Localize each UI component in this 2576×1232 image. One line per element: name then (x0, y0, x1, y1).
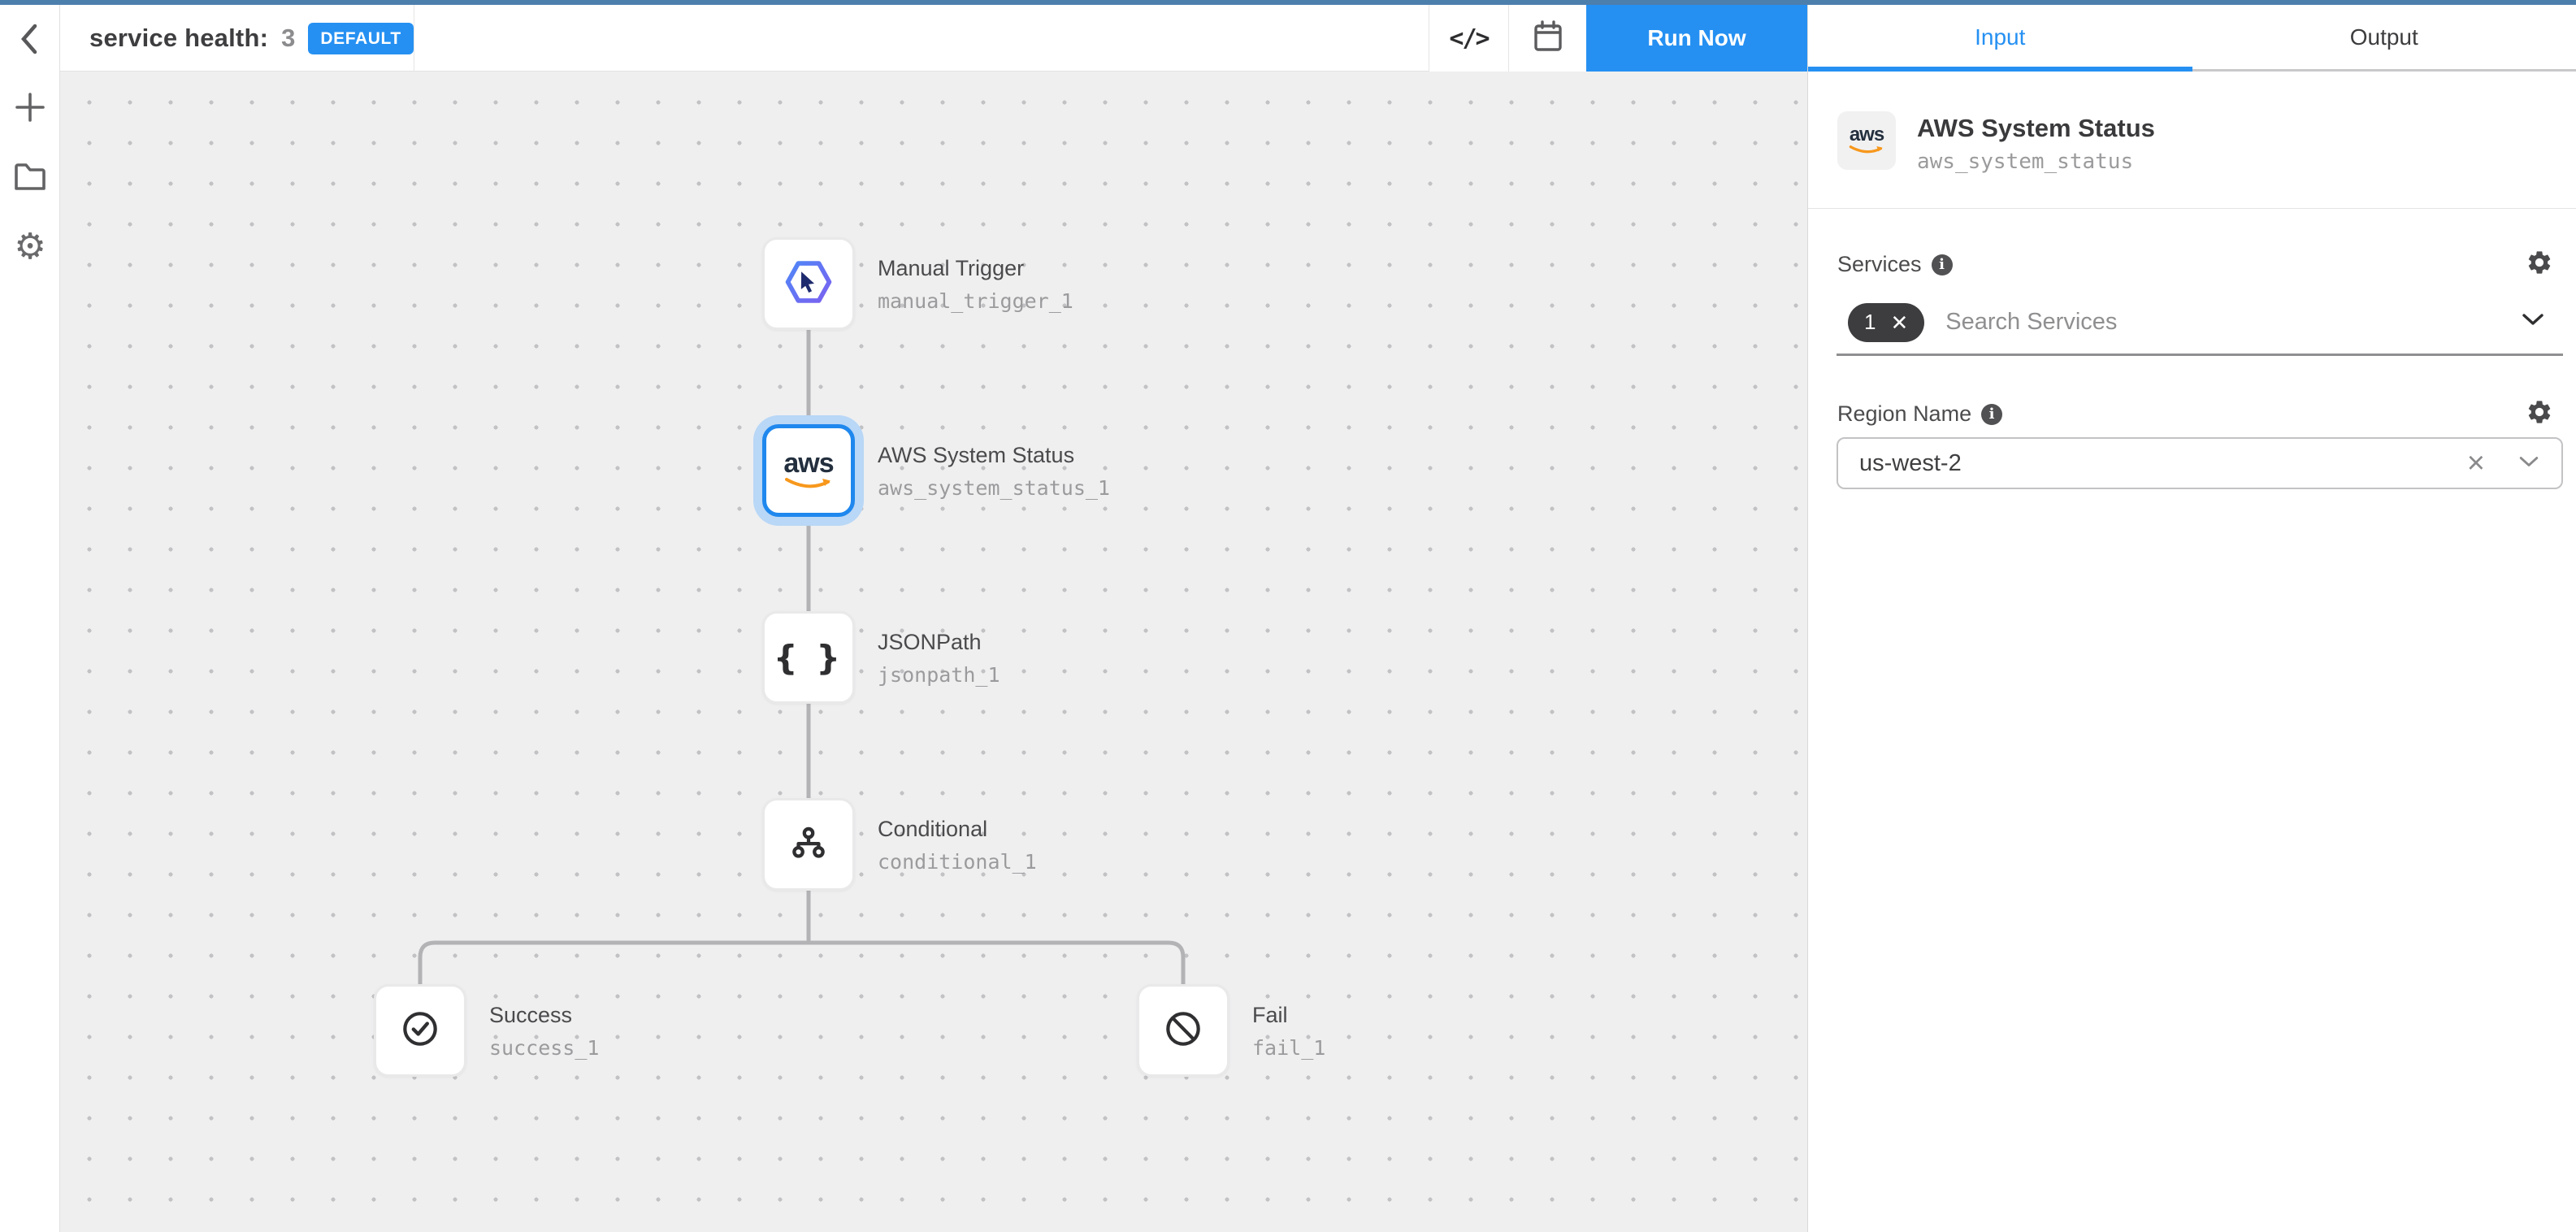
branch-icon (786, 822, 831, 868)
panel-title: AWS System Status (1917, 114, 2155, 143)
left-sidebar: ⚙ (0, 5, 60, 1232)
manual-trigger-icon (783, 259, 834, 309)
node-title: Conditional (878, 816, 1037, 842)
tab-output[interactable]: Output (2192, 5, 2576, 69)
node-id: jsonpath_1 (878, 663, 1000, 688)
files-button[interactable] (0, 156, 60, 202)
panel-divider (1808, 208, 2576, 209)
workflow-header: service health: 3 DEFAULT </> Run Now (60, 5, 1807, 72)
panel-tabbar: Input Output (1808, 5, 2576, 72)
node-label-aws-system-status: AWS System Status aws_system_status_1 (878, 442, 1110, 501)
code-icon: </> (1449, 24, 1488, 53)
info-icon[interactable]: i (1981, 404, 2002, 425)
region-input[interactable] (1838, 450, 2467, 477)
region-label-row: Region Name i (1837, 401, 2002, 427)
node-label-manual-trigger: Manual Trigger manual_trigger_1 (878, 255, 1073, 314)
add-step-button[interactable] (0, 86, 60, 132)
chip-count: 1 (1864, 310, 1876, 335)
info-icon[interactable]: i (1932, 254, 1953, 275)
node-title: AWS System Status (878, 442, 1110, 468)
folder-icon (13, 163, 47, 196)
no-entry-icon (1160, 1006, 1206, 1056)
plus-icon (14, 91, 46, 128)
chip-remove-icon[interactable]: ✕ (1890, 312, 1908, 333)
node-id: aws_system_status_1 (878, 476, 1110, 501)
node-conditional[interactable] (762, 798, 855, 891)
workflow-title: service health: (89, 24, 268, 53)
workflow-canvas[interactable]: Manual Trigger manual_trigger_1 aws AWS … (60, 72, 1807, 1232)
region-select: × (1837, 437, 2563, 489)
node-label-success: Success success_1 (489, 1002, 599, 1061)
node-fail[interactable] (1137, 984, 1229, 1077)
settings-button[interactable]: ⚙ (0, 224, 60, 270)
node-manual-trigger[interactable] (762, 237, 855, 330)
node-title: Fail (1252, 1002, 1325, 1028)
panel-subtitle: aws_system_status (1917, 150, 2133, 174)
check-circle-icon (397, 1006, 443, 1056)
braces-icon: { } (774, 638, 843, 678)
aws-logo-icon: aws (782, 449, 835, 492)
calendar-icon (1532, 20, 1564, 58)
node-success[interactable] (374, 984, 466, 1077)
inspector-panel: Input Output aws AWS System Status aws_s… (1807, 5, 2576, 1232)
panel-app-tile: aws (1837, 111, 1896, 170)
node-jsonpath[interactable]: { } (762, 611, 855, 704)
services-label: Services (1837, 252, 1922, 277)
selected-service-chip[interactable]: 1 ✕ (1848, 303, 1924, 342)
node-label-conditional: Conditional conditional_1 (878, 816, 1037, 874)
back-button[interactable] (0, 18, 60, 63)
default-badge: DEFAULT (308, 23, 413, 54)
workflow-title-group[interactable]: service health: 3 DEFAULT (89, 5, 414, 72)
clear-icon[interactable]: × (2467, 448, 2485, 479)
node-id: fail_1 (1252, 1036, 1325, 1061)
code-view-button[interactable]: </> (1429, 5, 1508, 72)
run-now-button[interactable]: Run Now (1586, 5, 1807, 72)
region-settings-button[interactable] (2526, 398, 2553, 430)
chevron-down-icon[interactable] (2521, 312, 2545, 331)
node-title: JSONPath (878, 629, 1000, 655)
workflow-run-number: 3 (281, 24, 295, 53)
node-id: success_1 (489, 1036, 599, 1061)
node-aws-system-status[interactable]: aws (762, 424, 855, 517)
services-placeholder: Search Services (1945, 309, 2117, 336)
chevron-down-icon[interactable] (2517, 455, 2540, 472)
tab-input[interactable]: Input (1808, 5, 2192, 69)
region-label: Region Name (1837, 401, 1971, 427)
services-label-row: Services i (1837, 252, 1953, 277)
node-label-jsonpath: JSONPath jsonpath_1 (878, 629, 1000, 688)
node-title: Manual Trigger (878, 255, 1073, 281)
back-chevron-icon (14, 21, 46, 61)
gear-outline-icon: ⚙ (14, 229, 46, 265)
services-settings-button[interactable] (2526, 249, 2553, 280)
node-id: conditional_1 (878, 850, 1037, 874)
schedule-button[interactable] (1508, 5, 1586, 72)
services-multiselect[interactable]: 1 ✕ Search Services (1837, 291, 2563, 356)
aws-logo-icon: aws (1847, 125, 1886, 156)
node-id: manual_trigger_1 (878, 289, 1073, 314)
node-title: Success (489, 1002, 599, 1028)
node-label-fail: Fail fail_1 (1252, 1002, 1325, 1061)
